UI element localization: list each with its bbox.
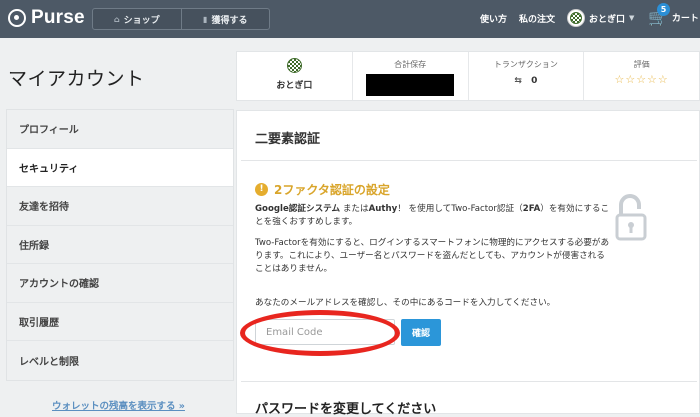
divider bbox=[241, 381, 697, 382]
two-factor-description: Two-Factorを有効にすると、ログインするスマートフォンに物理的にアクセス… bbox=[255, 238, 610, 274]
nav-earn-button[interactable]: ▮ 獲得する bbox=[180, 9, 270, 29]
unlock-icon bbox=[615, 193, 649, 245]
top-navbar: Purse ⌂ ショップ ▮ 獲得する 使い方 私の注文 おとぎ口 ▼ 🛒 5 カ… bbox=[0, 0, 700, 38]
rating-stars: ☆☆☆☆☆ bbox=[614, 73, 669, 86]
sidebar-item-security[interactable]: セキュリティ bbox=[7, 148, 233, 187]
avatar bbox=[286, 58, 302, 73]
security-panel: 二要素認証 ! 2ファクタ認証の設定 Google認証システム またはAuthy… bbox=[236, 110, 700, 417]
user-menu[interactable]: おとぎ口 ▼ bbox=[567, 9, 634, 27]
shop-icon: ⌂ bbox=[113, 14, 120, 24]
stat-rating-label: 評価 bbox=[633, 60, 650, 69]
nav-earn-label: 獲得する bbox=[211, 15, 248, 26]
sidebar-item-invite-friends[interactable]: 友達を招待 bbox=[7, 187, 233, 226]
stat-user: おとぎ口 bbox=[237, 52, 352, 100]
stat-transactions-row: ⇆ 0 bbox=[469, 76, 584, 86]
how-to-use-link[interactable]: 使い方 bbox=[480, 12, 507, 25]
cart-label: カート bbox=[671, 14, 699, 24]
transfer-arrows-icon: ⇆ bbox=[514, 76, 522, 86]
account-sidebar: プロフィール セキュリティ 友達を招待 住所録 アカウントの確認 取引履歴 レベ… bbox=[6, 109, 234, 381]
page-title: マイアカウント bbox=[8, 68, 145, 90]
redacted-savings-value bbox=[366, 74, 455, 96]
stat-transactions-label: トランザクション bbox=[493, 60, 558, 69]
stat-username: おとぎ口 bbox=[276, 81, 313, 91]
two-factor-title: 2ファクタ認証の設定 bbox=[274, 183, 390, 197]
nav-shop-button[interactable]: ⌂ ショップ bbox=[93, 9, 181, 29]
account-stats-bar: おとぎ口 合計保存 トランザクション ⇆ 0 評価 ☆☆☆☆☆ bbox=[236, 51, 700, 101]
cart-icon: 🛒 5 bbox=[648, 3, 670, 27]
email-instruction: あなたのメールアドレスを確認し、その中にあるコードを入力してください。 bbox=[255, 298, 556, 308]
intro-rest-text: ！ を使用してTwo-Factor認証（ bbox=[397, 204, 523, 214]
wallet-balance-link[interactable]: ウォレットの残高を表示する » bbox=[52, 398, 185, 412]
stat-transactions-value: 0 bbox=[531, 76, 538, 86]
google-authenticator-text: Google認証システム bbox=[255, 204, 341, 214]
sidebar-item-profile[interactable]: プロフィール bbox=[7, 110, 233, 149]
sidebar-item-transaction-history[interactable]: 取引履歴 bbox=[7, 302, 233, 341]
confirm-button[interactable]: 確認 bbox=[401, 319, 441, 346]
purse-logo[interactable]: Purse bbox=[8, 7, 85, 29]
stat-total-savings: 合計保存 bbox=[351, 52, 468, 100]
intro-mid-text: または bbox=[340, 204, 369, 214]
two-factor-intro: Google認証システム またはAuthy！ を使用してTwo-Factor認証… bbox=[255, 203, 611, 229]
cart-count-badge: 5 bbox=[657, 3, 670, 16]
divider bbox=[241, 160, 697, 161]
username-label: おとぎ口 bbox=[589, 14, 626, 25]
stat-savings-label: 合計保存 bbox=[394, 60, 427, 69]
stat-rating: 評価 ☆☆☆☆☆ bbox=[583, 52, 699, 100]
stat-transactions: トランザクション ⇆ 0 bbox=[467, 52, 584, 100]
chevron-down-icon: ▼ bbox=[629, 14, 635, 22]
avatar bbox=[567, 9, 585, 27]
logo-text: Purse bbox=[31, 7, 85, 28]
sidebar-item-address-book[interactable]: 住所録 bbox=[7, 225, 233, 264]
warning-icon: ! bbox=[255, 183, 268, 196]
highlight-circle-annotation bbox=[240, 310, 400, 356]
authy-text: Authy bbox=[368, 204, 398, 214]
sidebar-item-account-verification[interactable]: アカウントの確認 bbox=[7, 264, 233, 303]
two-factor-heading: ! 2ファクタ認証の設定 bbox=[255, 181, 390, 198]
cart-button[interactable]: 🛒 5 カート bbox=[648, 3, 699, 27]
nav-shop-label: ショップ bbox=[123, 15, 160, 26]
section-title: 二要素認証 bbox=[255, 132, 321, 147]
my-orders-link[interactable]: 私の注文 bbox=[519, 12, 555, 25]
earn-icon: ▮ bbox=[203, 14, 208, 24]
purse-logo-icon bbox=[8, 9, 26, 27]
main-nav: ⌂ ショップ ▮ 獲得する bbox=[92, 8, 270, 30]
sidebar-item-levels-limits[interactable]: レベルと制限 bbox=[7, 341, 233, 380]
change-password-title: パスワードを変更してください bbox=[255, 402, 437, 417]
twofa-text: 2FA bbox=[522, 204, 541, 214]
